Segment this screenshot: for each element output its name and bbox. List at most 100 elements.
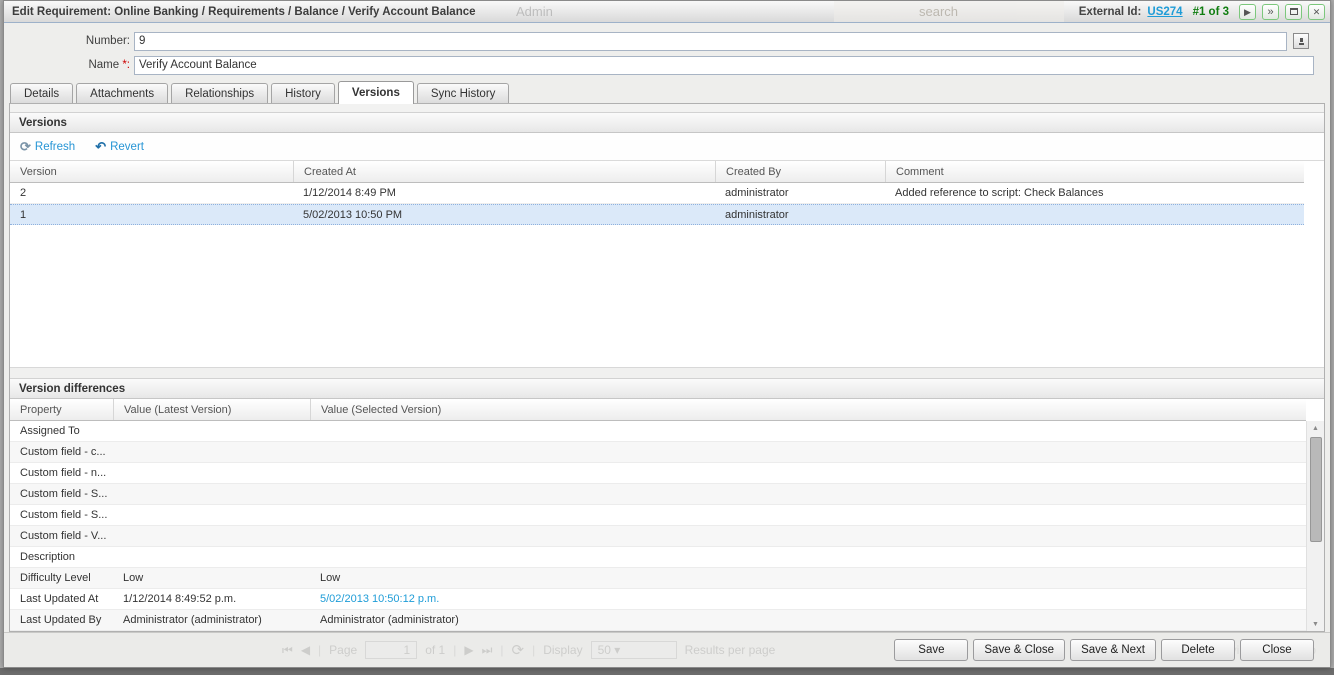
selected-value-cell: Low [310,572,1306,584]
next-icon: ▶ [1244,5,1251,19]
required-marker: *: [122,59,130,71]
revert-label: Revert [110,141,144,153]
property-cell: Custom field - n... [10,467,113,479]
background-last-page-icon: ⏭ [482,643,493,658]
background-next-page-icon: ▶ [464,643,473,657]
delete-button[interactable]: Delete [1161,639,1235,661]
difference-row: Custom field - S... [10,505,1306,526]
save-and-next-button[interactable]: Save & Next [1070,639,1156,661]
property-cell: Last Updated By [10,614,113,626]
tab-bar: Details Attachments Relationships Histor… [4,80,1330,103]
number-token-button[interactable] [1293,33,1309,49]
double-chevron-icon: » [1267,5,1273,19]
maximize-button[interactable] [1285,4,1302,20]
save-button[interactable]: Save [894,639,968,661]
scrollbar-thumb[interactable] [1310,437,1322,542]
revert-button[interactable]: ↶ Revert [95,139,144,155]
background-page-input: 1 [365,641,417,659]
column-header-created-by[interactable]: Created By [715,161,885,182]
next-item-button[interactable]: ▶ [1239,4,1256,20]
tab-label: Sync History [431,88,496,100]
property-cell: Custom field - S... [10,509,113,521]
background-admin-menu: Admin [516,4,553,19]
maximize-icon [1290,8,1298,15]
differences-table-body: Assigned To Custom field - c... Custom [10,421,1306,631]
property-cell: Custom field - S... [10,488,113,500]
refresh-icon: ⟳ [20,139,31,155]
edit-requirement-dialog: search Admin Edit Requirement: Online Ba… [3,0,1331,668]
tab[interactable]: Sync History [417,83,510,103]
latest-value-cell: Administrator (administrator) [113,614,310,626]
column-header-comment[interactable]: Comment [885,161,1304,182]
number-input[interactable] [134,32,1287,51]
dialog-titlebar: search Admin Edit Requirement: Online Ba… [4,1,1330,23]
created-at-cell: 1/12/2014 8:49 PM [293,187,715,199]
differences-table: Property Value (Latest Version) Value (S… [10,399,1324,631]
name-label: Name *: [4,59,134,71]
difference-row: Last Updated At 1/12/2014 8:49:52 p.m. 5… [10,589,1306,610]
column-header-version[interactable]: Version [10,161,293,182]
differences-table-header: Property Value (Latest Version) Value (S… [10,399,1306,421]
tab-label: Attachments [90,88,154,100]
versions-section-title: Versions [19,117,67,129]
selected-value-cell: Administrator (administrator) [310,614,1306,626]
tab[interactable]: Attachments [76,83,168,103]
tab-label: History [285,88,321,100]
difference-row: Custom field - S... [10,484,1306,505]
close-dialog-button[interactable]: Close [1240,639,1314,661]
save-and-close-button[interactable]: Save & Close [973,639,1065,661]
differences-scrollbar[interactable]: ▲ ▼ [1306,421,1324,631]
version-row[interactable]: 2 1/12/2014 8:49 PM administrator Added … [10,183,1304,204]
background-prev-page-icon: ◀ [301,643,310,657]
property-cell: Custom field - V... [10,530,113,542]
number-label: Number: [4,35,134,47]
versions-table-header: Version Created At Created By Comment [10,161,1304,183]
version-row[interactable]: 1 5/02/2013 10:50 PM administrator [10,204,1304,225]
difference-row: Last Updated By Administrator (administr… [10,610,1306,631]
difference-row: Custom field - V... [10,526,1306,547]
versions-table-body: 2 1/12/2014 8:49 PM administrator Added … [10,183,1304,225]
property-cell: Assigned To [10,425,113,437]
column-header-created-at[interactable]: Created At [293,161,715,182]
background-pagination-bar: ⏮ ◀ | Page 1 of 1 | ▶ ⏭ | ⟳ | Display 50… [282,641,775,659]
difference-row: Custom field - n... [10,463,1306,484]
name-input[interactable] [134,56,1314,75]
tab-label: Versions [352,87,400,99]
difference-row: Description [10,547,1306,568]
scroll-up-icon[interactable]: ▲ [1307,421,1324,435]
close-button[interactable]: ✕ [1308,4,1325,20]
tab[interactable]: Versions [338,81,414,104]
external-id-link[interactable]: US274 [1147,6,1182,18]
requirement-form: Number: Name *: [4,23,1330,80]
dialog-title: Edit Requirement: Online Banking / Requi… [12,6,476,18]
versions-section-header: Versions [10,112,1324,133]
column-header-selected-value[interactable]: Value (Selected Version) [310,399,1306,420]
background-of-label: of 1 [425,643,445,657]
revert-icon: ↶ [95,139,106,155]
page: search Admin Edit Requirement: Online Ba… [0,0,1334,675]
property-cell: Description [10,551,113,563]
tab[interactable]: Relationships [171,83,268,103]
difference-row: Assigned To [10,421,1306,442]
skip-forward-button[interactable]: » [1262,4,1279,20]
versions-panel: Versions ⟳ Refresh ↶ Revert Version Crea… [9,103,1325,632]
version-cell: 1 [10,209,293,221]
column-header-latest-value[interactable]: Value (Latest Version) [113,399,310,420]
position-indicator: #1 of 3 [1193,6,1229,18]
created-by-cell: administrator [715,209,885,221]
tab[interactable]: History [271,83,335,103]
background-results-label: Results per page [685,643,776,657]
comment-cell: Added reference to script: Check Balance… [885,187,1304,199]
column-header-property[interactable]: Property [10,399,113,420]
tab[interactable]: Details [10,83,73,103]
latest-value-cell: 1/12/2014 8:49:52 p.m. [113,593,310,605]
refresh-label: Refresh [35,141,75,153]
differences-section-title: Version differences [19,383,125,395]
difference-row: Difficulty Level Low Low [10,568,1306,589]
scroll-down-icon[interactable]: ▼ [1307,617,1324,631]
close-icon: ✕ [1313,5,1321,19]
background-first-page-icon: ⏮ [282,643,293,658]
versions-table-empty-area [10,225,1304,367]
version-cell: 2 [10,187,293,199]
refresh-button[interactable]: ⟳ Refresh [20,139,75,155]
